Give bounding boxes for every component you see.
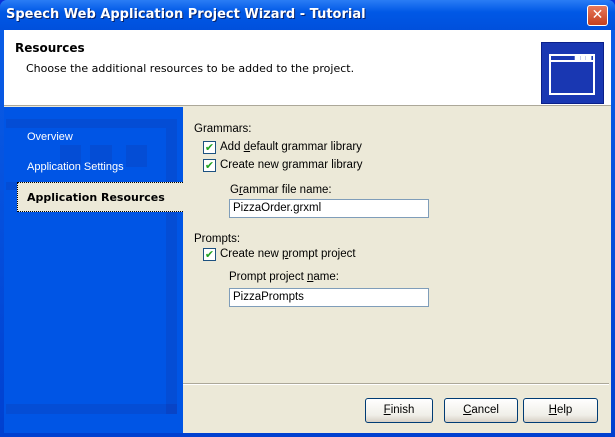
window-title: Speech Web Application Project Wizard - … bbox=[6, 7, 366, 22]
grammar-file-name-label: Grammar file name: bbox=[230, 184, 332, 196]
prompt-project-name-input[interactable]: PizzaPrompts bbox=[229, 288, 429, 307]
decor-pattern bbox=[6, 119, 177, 128]
check-icon: ✔ bbox=[204, 159, 215, 172]
grammar-file-name-input[interactable]: PizzaOrder.grxml bbox=[229, 199, 429, 218]
close-button[interactable]: ✕ bbox=[587, 5, 608, 26]
step-overview[interactable]: Overview bbox=[27, 131, 73, 143]
cancel-button[interactable]: Cancel bbox=[444, 398, 518, 423]
wizard-header: Resources Choose the additional resource… bbox=[4, 30, 611, 106]
create-prompt-project-label: Create new prompt project bbox=[220, 248, 356, 260]
check-icon: ✔ bbox=[204, 141, 215, 154]
page-description: Choose the additional resources to be ad… bbox=[26, 62, 355, 75]
title-bar: Speech Web Application Project Wizard - … bbox=[0, 0, 615, 30]
wizard-steps-sidebar: Overview Application Settings Applicatio… bbox=[4, 107, 183, 433]
prompt-project-name-label: Prompt project name: bbox=[229, 271, 339, 283]
help-button[interactable]: Help bbox=[523, 398, 598, 423]
page-title: Resources bbox=[15, 41, 85, 55]
finish-button[interactable]: Finish bbox=[365, 398, 433, 423]
wizard-window: Speech Web Application Project Wizard - … bbox=[0, 0, 615, 437]
window-icon: ■■■ bbox=[541, 42, 604, 104]
create-prompt-project-checkbox[interactable]: ✔ bbox=[203, 248, 216, 261]
step-application-resources[interactable]: Application Resources bbox=[17, 182, 183, 212]
decor-pattern bbox=[166, 119, 177, 414]
close-icon: ✕ bbox=[591, 7, 604, 23]
create-grammar-checkbox[interactable]: ✔ bbox=[203, 159, 216, 172]
create-grammar-label: Create new grammar library bbox=[220, 159, 363, 171]
step-application-settings[interactable]: Application Settings bbox=[27, 161, 124, 173]
prompts-label: Prompts: bbox=[194, 233, 241, 245]
check-icon: ✔ bbox=[204, 248, 215, 261]
decor-pattern bbox=[126, 145, 147, 167]
divider bbox=[183, 383, 609, 385]
add-default-grammar-label: Add default grammar library bbox=[220, 141, 362, 153]
client-area: Resources Choose the additional resource… bbox=[4, 30, 611, 433]
add-default-grammar-checkbox[interactable]: ✔ bbox=[203, 141, 216, 154]
decor-pattern bbox=[6, 404, 177, 414]
grammars-label: Grammars: bbox=[194, 123, 252, 135]
